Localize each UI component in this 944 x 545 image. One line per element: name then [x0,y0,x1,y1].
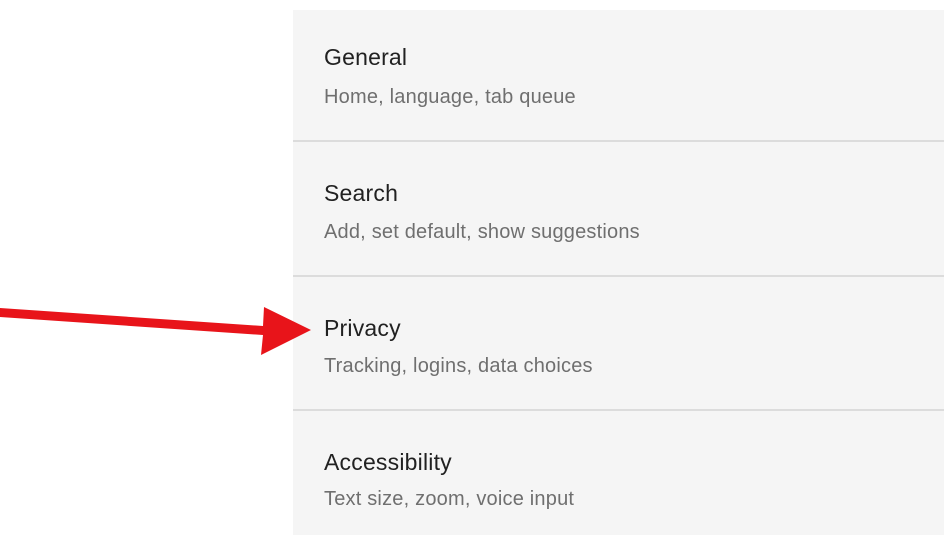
settings-item-title: Privacy [324,315,401,341]
settings-item-general[interactable]: General Home, language, tab queue [293,10,944,144]
settings-item-search[interactable]: Search Add, set default, show suggestion… [293,142,944,276]
arrow-shape [0,307,311,355]
settings-item-privacy[interactable]: Privacy Tracking, logins, data choices [293,277,944,411]
settings-item-subtitle: Add, set default, show suggestions [324,221,640,243]
settings-item-subtitle: Home, language, tab queue [324,86,576,108]
settings-item-subtitle: Tracking, logins, data choices [324,355,593,377]
settings-item-title: Search [324,180,399,206]
settings-item-title: Accessibility [324,449,452,475]
annotation-arrow-icon [0,307,311,355]
settings-item-subtitle: Text size, zoom, voice input [324,488,575,510]
screen: { "settings": { "items": [ { "title": "G… [0,0,944,535]
settings-item-accessibility[interactable]: Accessibility Text size, zoom, voice inp… [293,411,944,545]
settings-list: General Home, language, tab queue Search… [293,10,944,535]
settings-item-title: General [324,44,408,70]
